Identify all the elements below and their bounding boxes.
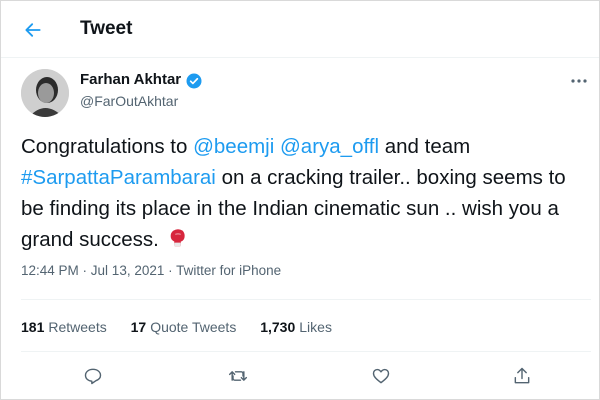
author-name[interactable]: Farhan Akhtar (80, 71, 181, 88)
verified-badge-icon (186, 73, 202, 89)
quote-tweets-count: 17 (130, 319, 147, 335)
retweet-button[interactable] (225, 363, 251, 389)
author-handle[interactable]: @FarOutAkhtar (80, 93, 178, 109)
more-horizontal-icon (571, 79, 587, 83)
mention-link[interactable]: @beemji (193, 135, 274, 158)
meta-separator: · (78, 263, 91, 278)
heart-icon (372, 368, 390, 384)
tweet-stats: 181 Retweets 17 Quote Tweets 1,730 Likes (21, 319, 352, 335)
likes-label: Likes (299, 319, 332, 335)
share-button[interactable] (509, 363, 535, 389)
tweet-text-segment: and team (379, 135, 471, 158)
likes-stat[interactable]: 1,730 Likes (260, 319, 332, 335)
mention-link[interactable]: @arya_offl (280, 135, 379, 158)
header: Tweet (1, 1, 599, 58)
quote-tweets-label: Quote Tweets (150, 319, 237, 335)
tweet-meta: 12:44 PM · Jul 13, 2021 · Twitter for iP… (21, 263, 281, 278)
quote-tweets-stat[interactable]: 17 Quote Tweets (131, 319, 237, 335)
tweet-time[interactable]: 12:44 PM (21, 263, 79, 278)
like-button[interactable] (368, 363, 394, 389)
avatar-image (21, 69, 69, 117)
tweet-page: Tweet Farhan Akhtar @FarOutAkhtar Congra… (0, 0, 600, 400)
tweet-text-segment: Congratulations to (21, 135, 194, 158)
divider (21, 299, 591, 300)
avatar[interactable] (21, 69, 69, 117)
more-options-button[interactable] (567, 69, 591, 93)
share-icon (514, 367, 530, 384)
boxing-glove-icon (170, 229, 185, 247)
divider (21, 351, 591, 352)
hashtag-link[interactable]: #SarpattaParambarai (21, 166, 216, 189)
page-title: Tweet (80, 18, 133, 39)
likes-count: 1,730 (260, 319, 296, 335)
retweets-label: Retweets (48, 319, 107, 335)
tweet-text: Congratulations to @beemji @arya_offl an… (21, 131, 591, 255)
reply-icon (84, 368, 102, 385)
tweet-source[interactable]: Twitter for iPhone (176, 263, 281, 278)
meta-separator: · (164, 263, 177, 278)
retweets-stat[interactable]: 181 Retweets (21, 319, 107, 335)
tweet-date[interactable]: Jul 13, 2021 (91, 263, 165, 278)
back-button[interactable] (18, 15, 48, 45)
reply-button[interactable] (80, 363, 106, 389)
arrow-left-icon (25, 23, 41, 37)
retweets-count: 181 (21, 319, 45, 335)
retweet-icon (228, 371, 248, 381)
